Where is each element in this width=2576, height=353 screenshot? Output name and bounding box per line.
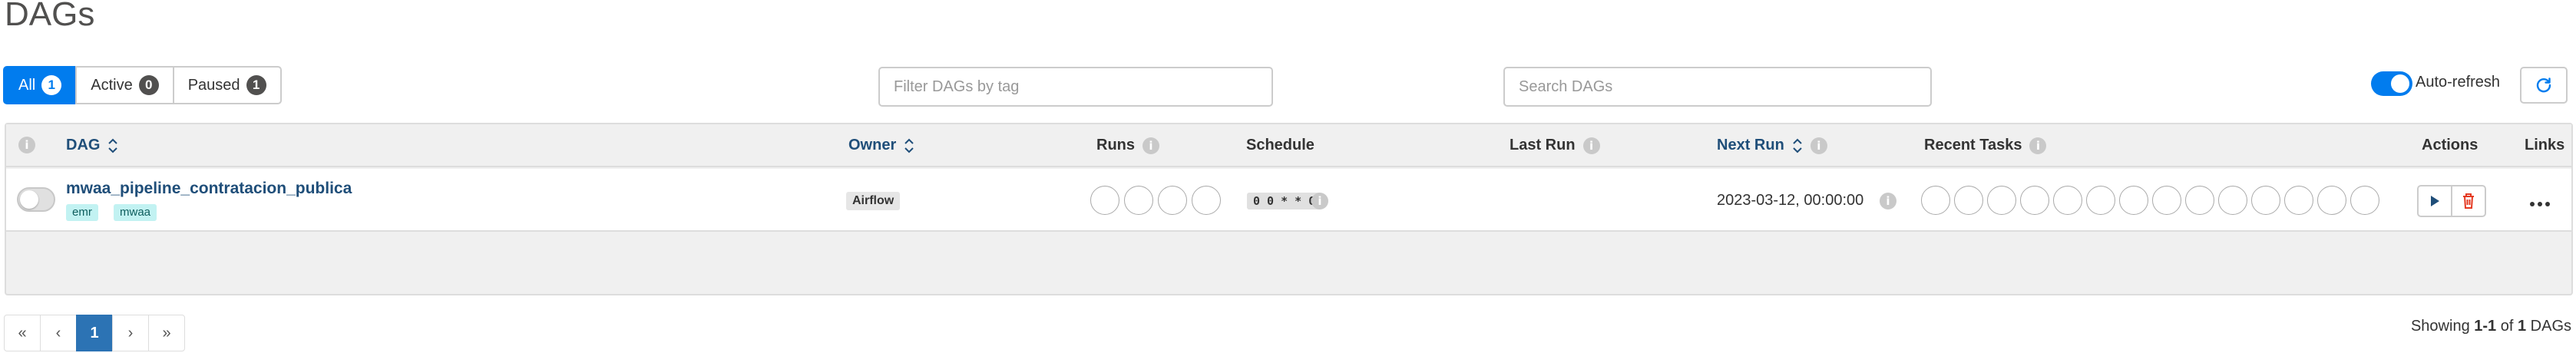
tab-all-label: All: [18, 76, 36, 94]
pagination: « ‹ 1 › »: [4, 315, 185, 351]
header-dag-label: DAG: [66, 137, 101, 153]
task-state-circle[interactable]: [2317, 186, 2346, 215]
run-state-circle[interactable]: [1192, 186, 1221, 215]
trigger-dag-button[interactable]: [2417, 185, 2452, 217]
dag-tag[interactable]: mwaa: [114, 204, 157, 221]
refresh-icon: [2536, 78, 2551, 93]
table-row: mwaa_pipeline_contratacion_publica emr m…: [6, 169, 2571, 232]
page-last-button[interactable]: »: [148, 315, 185, 351]
refresh-button[interactable]: [2520, 67, 2568, 104]
tag-filter-input[interactable]: [878, 67, 1273, 107]
header-runs-label: Runs: [1096, 137, 1135, 153]
task-state-circle[interactable]: [2185, 186, 2214, 215]
header-last-run: Last Run i: [1510, 137, 1600, 154]
header-next-run-label: Next Run: [1717, 137, 1784, 153]
page-title: DAGs: [5, 0, 95, 33]
dag-tag[interactable]: emr: [66, 204, 98, 221]
sort-updown-icon: [1793, 138, 1802, 153]
header-last-run-label: Last Run: [1510, 137, 1576, 153]
dags-table: i DAG Owner Runs i Schedule Last Run i N…: [5, 123, 2573, 295]
auto-refresh-label: Auto-refresh: [2416, 74, 2501, 91]
info-icon: i: [18, 137, 35, 153]
header-owner[interactable]: Owner: [848, 137, 914, 154]
links-menu-button[interactable]: [2529, 189, 2551, 213]
tab-paused-count: 1: [246, 75, 266, 95]
tab-active-label: Active: [91, 76, 133, 94]
page-first-button[interactable]: «: [4, 315, 41, 351]
page-current[interactable]: 1: [76, 315, 113, 351]
owner-badge[interactable]: Airflow: [846, 192, 901, 210]
page-next-button[interactable]: ›: [112, 315, 149, 351]
status-filter-tabs: All 1 Active 0 Paused 1: [3, 66, 282, 104]
task-state-circle[interactable]: [1987, 186, 2016, 215]
dag-pause-toggle[interactable]: [17, 187, 55, 212]
header-schedule: Schedule: [1246, 137, 1314, 154]
task-state-circle[interactable]: [2218, 186, 2247, 215]
ellipsis-icon: [2530, 202, 2550, 206]
run-state-circle[interactable]: [1158, 186, 1187, 215]
info-icon[interactable]: i: [1143, 137, 1159, 154]
play-icon: [2431, 196, 2439, 206]
info-icon[interactable]: i: [1880, 193, 1896, 209]
header-info[interactable]: i: [18, 137, 35, 153]
header-owner-label: Owner: [848, 137, 897, 153]
task-state-circle[interactable]: [1921, 186, 1950, 215]
showing-range: 1-1: [2474, 318, 2497, 335]
task-state-circle[interactable]: [2350, 186, 2379, 215]
sort-updown-icon: [904, 138, 914, 153]
next-run-value: 2023-03-12, 00:00:00: [1717, 192, 1864, 209]
trash-icon: [2463, 193, 2474, 209]
schedule-badge[interactable]: 0 0 * * 0: [1247, 193, 1322, 209]
tab-paused[interactable]: Paused 1: [172, 66, 282, 104]
showing-total: 1: [2517, 318, 2527, 335]
tab-paused-label: Paused: [187, 76, 240, 94]
tab-active-count: 0: [138, 75, 159, 95]
task-state-circle[interactable]: [2053, 186, 2082, 215]
header-recent-tasks-label: Recent Tasks: [1924, 137, 2022, 153]
info-icon[interactable]: i: [1582, 137, 1600, 154]
task-state-circle[interactable]: [2020, 186, 2049, 215]
info-icon[interactable]: i: [2029, 137, 2047, 154]
dag-id-link[interactable]: mwaa_pipeline_contratacion_publica: [66, 180, 352, 198]
table-header: i DAG Owner Runs i Schedule Last Run i N…: [6, 124, 2571, 167]
run-state-circle[interactable]: [1090, 186, 1119, 215]
showing-prefix: Showing: [2410, 318, 2470, 335]
auto-refresh-toggle[interactable]: [2371, 71, 2412, 96]
task-state-circle[interactable]: [2086, 186, 2115, 215]
page-prev-button[interactable]: ‹: [40, 315, 77, 351]
tab-active[interactable]: Active 0: [75, 66, 174, 104]
header-next-run[interactable]: Next Run i: [1717, 137, 1827, 154]
header-actions: Actions: [2422, 137, 2478, 154]
header-schedule-label: Schedule: [1246, 137, 1314, 153]
task-state-circle[interactable]: [2152, 186, 2181, 215]
run-state-circle[interactable]: [1124, 186, 1153, 215]
sort-updown-icon: [108, 138, 118, 153]
showing-suffix: DAGs: [2530, 318, 2571, 335]
search-dags-input[interactable]: [1503, 67, 1932, 107]
showing-count: Showing 1-1 of 1 DAGs: [2411, 318, 2571, 335]
header-recent-tasks: Recent Tasks i: [1924, 137, 2047, 154]
showing-of: of: [2500, 318, 2514, 335]
task-state-circle[interactable]: [1954, 186, 1983, 215]
header-links-label: Links: [2525, 137, 2565, 153]
tab-all[interactable]: All 1: [3, 66, 78, 104]
delete-dag-button[interactable]: [2451, 185, 2486, 217]
header-links: Links: [2525, 137, 2564, 154]
info-icon[interactable]: i: [1311, 193, 1328, 209]
task-state-circle[interactable]: [2251, 186, 2280, 215]
task-state-circle[interactable]: [2284, 186, 2313, 215]
header-dag[interactable]: DAG: [66, 137, 118, 154]
info-icon[interactable]: i: [1810, 137, 1827, 154]
header-runs: Runs i: [1096, 137, 1159, 154]
tab-all-count: 1: [41, 75, 62, 95]
task-state-circle[interactable]: [2119, 186, 2148, 215]
header-actions-label: Actions: [2422, 137, 2478, 153]
